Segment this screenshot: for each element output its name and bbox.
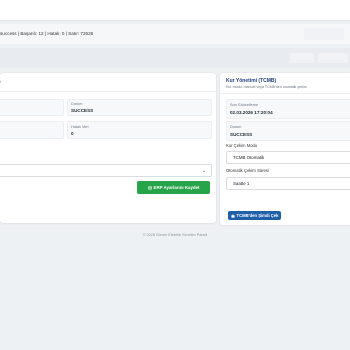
erp-card-header-label: i	[0, 80, 1, 84]
currency-status-value: SUCCESS	[230, 132, 253, 137]
erp-error-label: Hatalı Veri	[71, 125, 89, 129]
currency-management-card: Kur Yönetimi (TCMB) Kur modu: manuel vey…	[220, 73, 350, 225]
rate-mode-select[interactable]: TCMB Otomatik	[226, 151, 350, 164]
erp-select[interactable]: ⌄	[0, 164, 212, 177]
erp-error-box: Hatalı Veri 0	[67, 121, 212, 139]
erp-field-box-2	[0, 121, 64, 139]
save-icon	[147, 185, 152, 190]
erp-status-label: Durum	[71, 102, 83, 106]
toolbar-ghost-1	[290, 53, 314, 63]
fetch-period-value: Saatte 1	[233, 181, 250, 186]
erp-field-box-1	[0, 99, 64, 116]
currency-card-header: Kur Yönetimi (TCMB) Kur modu: manuel vey…	[220, 73, 350, 94]
chevron-down-icon: ⌄	[202, 168, 207, 174]
toolbar-strip	[0, 48, 350, 68]
erp-error-value: 0	[71, 131, 74, 136]
status-action-placeholder	[304, 28, 344, 40]
rate-mode-value: TCMB Otomatik	[233, 155, 265, 160]
last-update-value: 02.03.2026 17:20:04	[230, 110, 273, 115]
last-update-label: Son Güncelleme	[230, 103, 259, 107]
fetch-tcmb-now-label: TCMB'den Şimdi Çek	[236, 213, 279, 218]
currency-status-box: Durum SUCCESS	[226, 121, 350, 141]
page-footer: © 2026 Güven Elektrik Yönetim Paneli	[142, 233, 208, 237]
erp-status-box: Durum SUCCESS	[67, 99, 212, 116]
toolbar-ghost-2	[318, 53, 348, 63]
save-erp-settings-button[interactable]: ERP Ayarlarını Kaydet	[137, 181, 210, 194]
erp-card-header: i	[0, 73, 216, 92]
erp-settings-card: i Durum SUCCESS Hatalı Veri 0 ⌄ ERP Ayar…	[0, 73, 216, 223]
sync-status-text: success | Başarılı: 12 | Hatalı: 0 | Sat…	[0, 31, 94, 36]
last-update-box: Son Güncelleme 02.03.2026 17:20:04	[226, 99, 350, 119]
fetch-period-label: Otomatik Çekim Süresi	[226, 168, 269, 173]
fetch-period-select[interactable]: Saatte 1	[226, 177, 350, 190]
erp-status-value: SUCCESS	[71, 108, 94, 113]
currency-card-title: Kur Yönetimi (TCMB)	[226, 78, 277, 84]
currency-card-subtitle: Kur modu: manuel veya TCMB'den otomatik …	[226, 85, 307, 89]
rate-mode-label: Kur Çekim Modu	[226, 143, 258, 148]
fetch-tcmb-now-button[interactable]: TCMB'den Şimdi Çek	[228, 211, 281, 220]
save-erp-settings-label: ERP Ayarlarını Kaydet	[153, 185, 200, 190]
currency-status-label: Durum	[230, 125, 242, 129]
download-icon	[230, 213, 235, 218]
top-navbar	[0, 0, 350, 21]
sync-status-bar: success | Başarılı: 12 | Hatalı: 0 | Sat…	[0, 24, 350, 44]
